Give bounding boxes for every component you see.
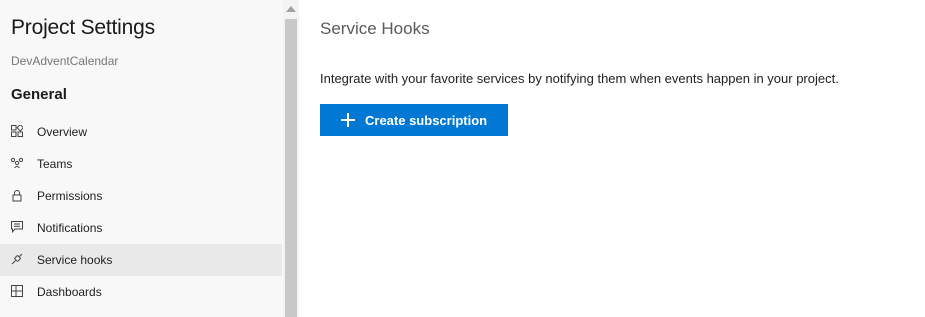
sidebar-item-label: Teams <box>37 157 73 171</box>
sidebar-content: Project Settings DevAdventCalendar Gener… <box>0 0 282 317</box>
create-subscription-label: Create subscription <box>365 113 488 128</box>
section-header-general: General <box>11 86 67 103</box>
sidebar-item-label: Notifications <box>37 221 103 235</box>
overview-icon <box>10 124 24 138</box>
sidebar-item-label: Service hooks <box>37 253 113 267</box>
dashboard-icon <box>10 284 24 298</box>
plus-icon <box>341 113 355 127</box>
teams-icon <box>10 156 24 170</box>
sidebar-scrollbar[interactable] <box>283 0 299 317</box>
lock-icon <box>10 188 24 202</box>
sidebar-item-service-hooks[interactable]: Service hooks <box>0 244 282 276</box>
page-title: Service Hooks <box>320 19 430 38</box>
create-subscription-button[interactable]: Create subscription <box>320 104 508 136</box>
sidebar-item-dashboards[interactable]: Dashboards <box>0 276 282 308</box>
main-content: Service Hooks Integrate with your favori… <box>300 0 925 317</box>
sidebar-nav: Overview Teams Permissions Notifications <box>0 116 282 308</box>
sidebar-item-teams[interactable]: Teams <box>0 148 282 180</box>
project-name: DevAdventCalendar <box>11 54 119 68</box>
sidebar-item-label: Overview <box>37 125 88 139</box>
service-hooks-icon <box>10 252 24 266</box>
sidebar: Project Settings DevAdventCalendar Gener… <box>0 0 299 317</box>
sidebar-item-notifications[interactable]: Notifications <box>0 212 282 244</box>
page-description: Integrate with your favorite services by… <box>320 71 839 86</box>
scrollbar-thumb[interactable] <box>285 19 297 317</box>
sidebar-item-overview[interactable]: Overview <box>0 116 282 148</box>
scroll-up-arrow-icon[interactable] <box>286 6 296 12</box>
sidebar-item-permissions[interactable]: Permissions <box>0 180 282 212</box>
sidebar-item-label: Permissions <box>37 189 103 203</box>
notification-icon <box>10 220 24 234</box>
sidebar-item-label: Dashboards <box>37 285 102 299</box>
project-settings-title: Project Settings <box>11 16 155 39</box>
